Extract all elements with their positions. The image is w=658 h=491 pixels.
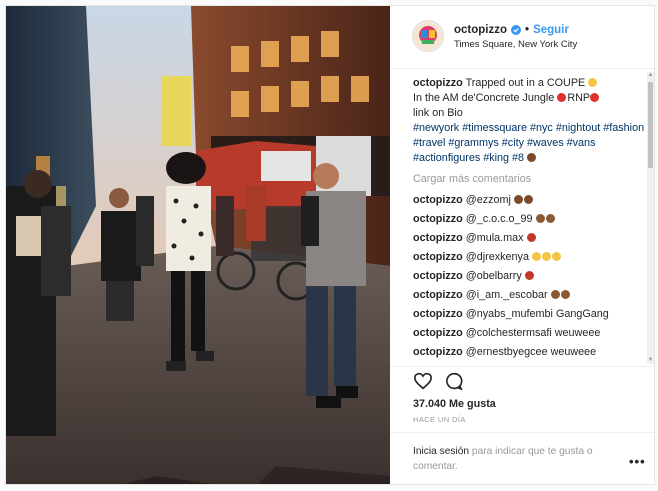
emoji-icon [526, 233, 536, 242]
separator-dot: • [525, 24, 530, 36]
heart-icon[interactable] [413, 372, 433, 390]
post-sidebar: octopizzo • Seguir Times Square, New Yor… [390, 6, 654, 484]
verified-badge-icon [511, 25, 522, 35]
comment-text: @djrexkenya [465, 251, 529, 263]
comment-row: octopizzo @colchestermsafi weuweee [413, 324, 648, 343]
emoji-icon [541, 252, 551, 261]
comment-text: @ernestbyegcee weuweee [465, 346, 597, 358]
comment-row: octopizzo @djrexkenya [413, 248, 648, 267]
thinking-emoji-icon [588, 78, 598, 87]
caption: octopizzo Trapped out in a COUPE In the … [413, 76, 648, 166]
comment-username[interactable]: octopizzo [413, 213, 463, 225]
street-photo-image [6, 6, 390, 484]
comment-text: @mula.max [465, 232, 524, 244]
caption-line3: link on Bio [413, 107, 463, 119]
caption-line1: Trapped out in a COUPE [465, 77, 586, 89]
emoji-icon [535, 214, 545, 223]
red-circle-icon [557, 93, 567, 102]
comment-username[interactable]: octopizzo [413, 194, 463, 206]
header-username-row: octopizzo • Seguir [454, 24, 569, 36]
emoji-icon [551, 252, 561, 261]
login-divider [390, 432, 654, 433]
comment-username[interactable]: octopizzo [413, 270, 463, 282]
comment-row: octopizzo @nyabs_mufembi GangGang [413, 305, 648, 324]
emoji-icon [513, 195, 523, 204]
comment-row: octopizzo @ernestbyegcee weuweee [413, 343, 648, 362]
emoji-icon [550, 290, 560, 299]
username-link[interactable]: octopizzo [454, 24, 507, 36]
comment-username[interactable]: octopizzo [413, 289, 463, 301]
comment-row: octopizzo @mula.max [413, 229, 648, 248]
post-photo[interactable] [6, 6, 390, 484]
emoji-icon [524, 271, 534, 280]
comment-text: @nyabs_mufembi GangGang [465, 308, 609, 320]
emoji-icon [545, 214, 555, 223]
comment-text: @colchestermsafi weuweee [465, 327, 601, 339]
likes-count[interactable]: 37.040 Me gusta [413, 398, 496, 410]
comment-username[interactable]: octopizzo [413, 251, 463, 263]
scrollbar-thumb[interactable] [648, 82, 653, 168]
comments-scrollbar[interactable]: ▲ ▼ [647, 72, 654, 364]
comment-text: @ezzomj [465, 194, 511, 206]
emoji-icon [531, 252, 541, 261]
comment-row: octopizzo @obelbarry [413, 267, 648, 286]
caption-username[interactable]: octopizzo [413, 77, 463, 89]
post-header: octopizzo • Seguir Times Square, New Yor… [390, 6, 654, 69]
load-more-comments-link[interactable]: Cargar más comentarios [413, 172, 648, 187]
comment-text: @obelbarry [465, 270, 522, 282]
scroll-up-arrow-icon[interactable]: ▲ [647, 72, 654, 79]
comment-row: octopizzo @_c.o.c.o_99 [413, 210, 648, 229]
comment-username[interactable]: octopizzo [413, 232, 463, 244]
more-options-icon[interactable]: ••• [629, 454, 646, 469]
location-link[interactable]: Times Square, New York City [454, 39, 577, 50]
comment-text: @_c.o.c.o_99 [465, 213, 533, 225]
comment-username[interactable]: octopizzo [413, 308, 463, 320]
actions-divider [390, 366, 654, 367]
comments-list[interactable]: octopizzo Trapped out in a COUPE In the … [413, 76, 648, 366]
login-link[interactable]: Inicia sesión [413, 446, 469, 457]
login-prompt: Inicia sesión para indicar que te gusta … [413, 444, 623, 474]
follow-button[interactable]: Seguir [533, 24, 569, 36]
caption-rnp: RNP [567, 92, 591, 104]
lion-emoji-icon [527, 153, 537, 162]
avatar[interactable] [412, 20, 444, 52]
comment-text: @i_am._escobar [465, 289, 548, 301]
red-circle-icon [590, 93, 600, 102]
instagram-post: octopizzo • Seguir Times Square, New Yor… [5, 5, 655, 485]
comment-username[interactable]: octopizzo [413, 327, 463, 339]
comment-row: octopizzo @ezzomj [413, 191, 648, 210]
caption-line2: In the AM de'Concrete Jungle [413, 92, 555, 104]
comment-row: octopizzo @i_am._escobar [413, 286, 648, 305]
comment-username[interactable]: octopizzo [413, 346, 463, 358]
post-timestamp: HACE UN DÍA [413, 415, 466, 424]
emoji-icon [523, 195, 533, 204]
scroll-down-arrow-icon[interactable]: ▼ [647, 357, 654, 364]
emoji-icon [560, 290, 570, 299]
comment-icon[interactable] [444, 372, 464, 390]
